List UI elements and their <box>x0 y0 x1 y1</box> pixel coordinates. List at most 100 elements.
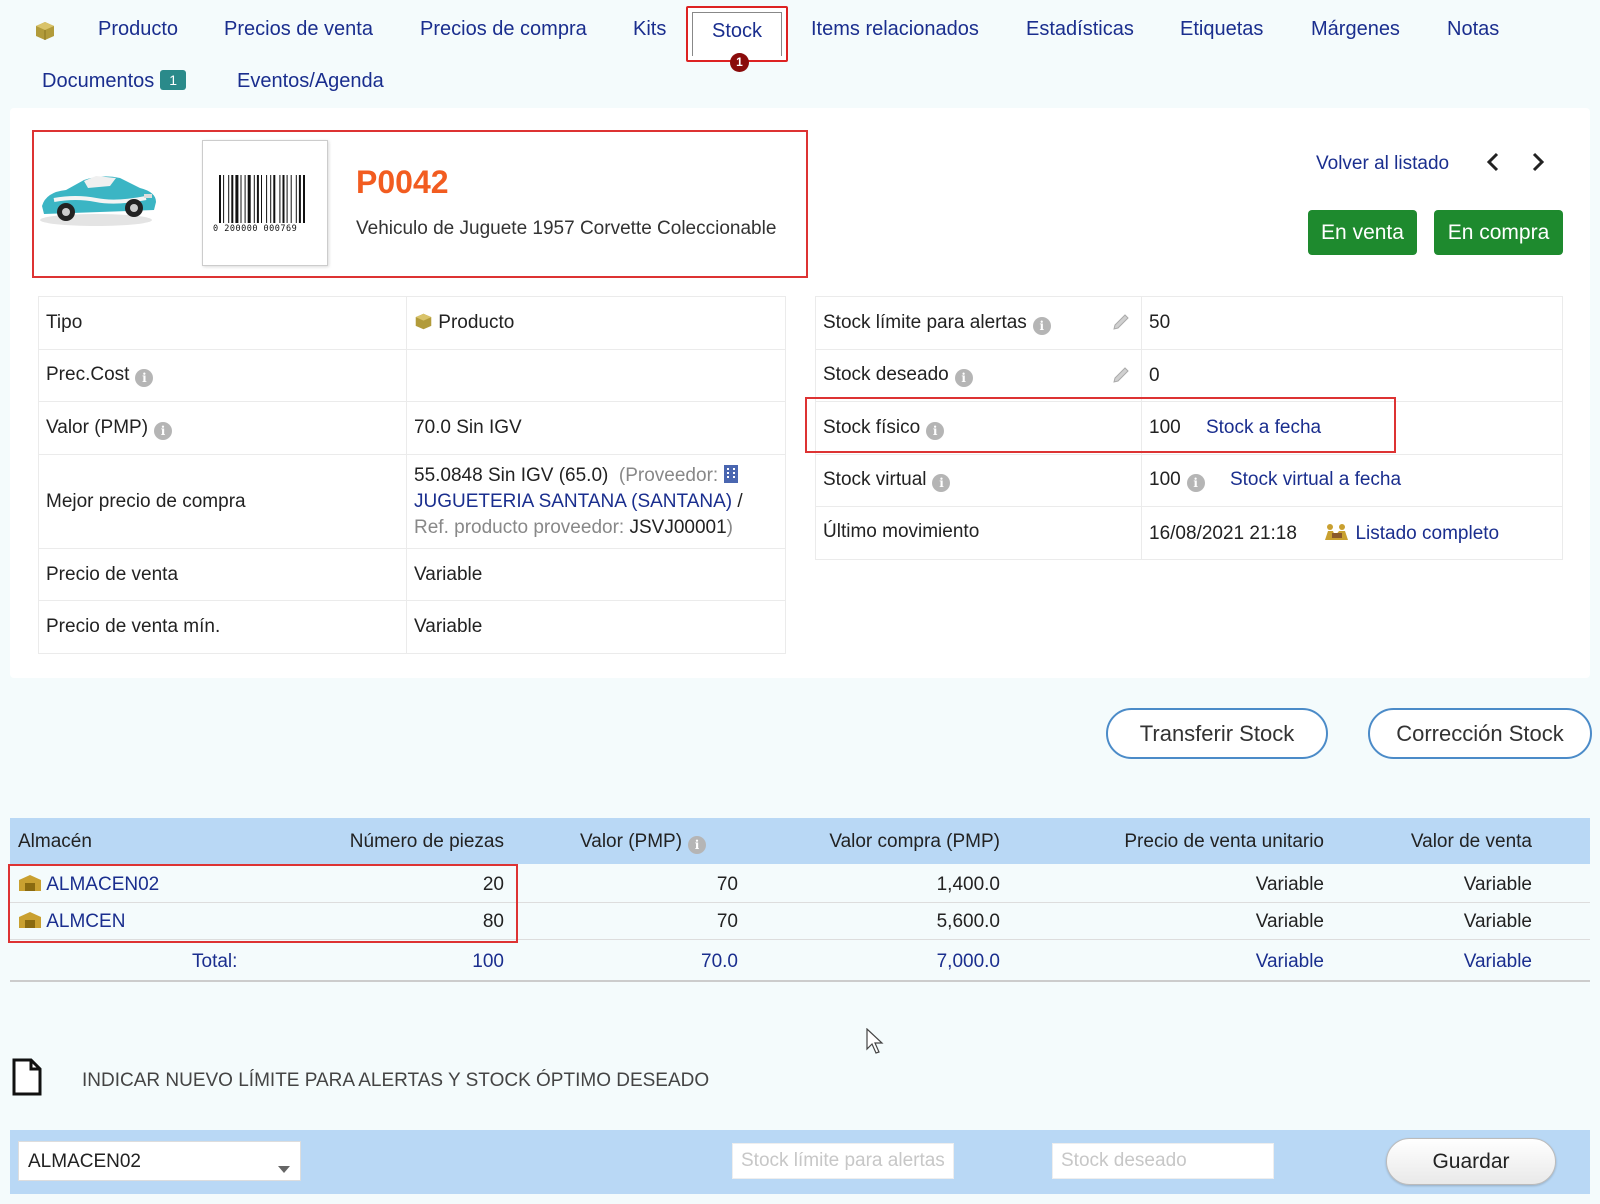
tab-documentos[interactable]: Documentos 1 <box>42 70 187 93</box>
total-unit-price: Variable <box>1255 951 1324 972</box>
tab-producto[interactable]: Producto <box>98 18 178 41</box>
total-qty: 100 <box>472 951 504 972</box>
on-sale-status-button[interactable]: En venta <box>1308 210 1417 255</box>
total-sell-value: Variable <box>1463 951 1532 972</box>
pmp-label: Valor (PMP) <box>46 416 149 438</box>
total-row: Total: 100 70.0 7,000.0 Variable Variabl… <box>10 940 1590 982</box>
tab-documentos-label: Documentos <box>42 70 155 92</box>
warehouse-select[interactable]: ALMACEN02 <box>18 1141 301 1181</box>
supplier-ref-value: JSVJ00001 <box>629 516 727 538</box>
info-icon[interactable]: i <box>932 474 951 492</box>
save-button[interactable]: Guardar <box>1386 1138 1556 1185</box>
col-valor-compra: Valor compra (PMP) <box>829 831 1000 852</box>
tab-precios-compra[interactable]: Precios de compra <box>420 18 587 41</box>
barcode-image[interactable]: 0 200000 000769 <box>202 140 328 266</box>
alert-label-cell: Stock límite para alertas i <box>815 296 1142 350</box>
product-info-table: Tipo Producto Prec.Cost i Valor (PMP) i 70… <box>38 296 786 654</box>
virtual-label-cell: Stock virtual i <box>815 454 1142 507</box>
movements-icon <box>1324 523 1350 544</box>
next-icon[interactable] <box>1529 151 1547 179</box>
desired-label: Stock deseado <box>823 364 949 385</box>
total-buy-value: 7,000.0 <box>936 951 1000 972</box>
best-price-label: Mejor precio de compra <box>38 454 407 549</box>
info-icon[interactable]: i <box>154 421 173 440</box>
building-icon <box>723 464 739 486</box>
total-pmp: 70.0 <box>701 951 738 972</box>
last-move-value: 16/08/2021 21:18 <box>1149 522 1297 544</box>
alert-limit-input[interactable] <box>732 1143 954 1179</box>
last-move-cell: 16/08/2021 21:18 Listado completo <box>1141 506 1563 560</box>
product-type-icon[interactable] <box>34 20 56 48</box>
product-ref: P0042 <box>356 164 449 200</box>
desired-value: 0 <box>1141 349 1563 402</box>
tab-kits[interactable]: Kits <box>633 18 666 41</box>
stock-virtual-a-fecha-link[interactable]: Stock virtual a fecha <box>1230 469 1401 490</box>
tab-stock-label: Stock <box>711 20 763 42</box>
alert-value: 50 <box>1141 296 1563 350</box>
back-to-list-link[interactable]: Volver al listado <box>1316 153 1449 175</box>
table-row: Valor (PMP) i 70.0 Sin IGV <box>38 401 786 455</box>
on-purchase-status-button[interactable]: En compra <box>1434 210 1563 255</box>
tipo-label: Tipo <box>38 296 407 350</box>
col-valor-pmp-label: Valor (PMP) <box>580 831 683 852</box>
tab-step-marker: 1 <box>730 53 749 72</box>
last-move-label: Último movimiento <box>815 506 1142 560</box>
tab-etiquetas[interactable]: Etiquetas <box>1180 18 1263 41</box>
table-row: Stock límite para alertas i 50 <box>815 296 1563 350</box>
best-price-value: 55.0848 Sin IGV (65.0) <box>414 464 609 486</box>
info-icon[interactable]: i <box>954 369 973 387</box>
barcode-number: 0 200000 000769 <box>213 224 298 234</box>
col-almacen: Almacén <box>18 831 92 852</box>
info-icon[interactable]: i <box>1032 316 1051 335</box>
table-row: Stock deseado i 0 <box>815 349 1563 402</box>
warehouse-rows-highlight <box>8 864 518 943</box>
col-numero-piezas: Número de piezas <box>349 831 504 852</box>
info-icon[interactable]: i <box>688 836 707 854</box>
supplier-close: ) <box>726 516 733 538</box>
tipo-value: Producto <box>438 312 515 333</box>
virtual-value: 100 <box>1149 469 1181 490</box>
sell-value: Variable <box>1463 911 1532 932</box>
tab-precios-venta[interactable]: Precios de venta <box>224 18 373 41</box>
buy-value: 5,600.0 <box>936 911 1000 932</box>
table-row: Precio de venta mín. Variable <box>38 600 786 654</box>
table-row: Precio de venta Variable <box>38 548 786 601</box>
prec-cost-value <box>406 349 786 402</box>
table-row: Último movimiento 16/08/2021 21:18 Lista… <box>815 506 1563 560</box>
edit-pencil-icon[interactable] <box>1111 312 1131 338</box>
previous-icon[interactable] <box>1484 151 1502 179</box>
pmp-label-cell: Valor (PMP) i <box>38 401 407 455</box>
edit-pencil-icon[interactable] <box>1111 365 1131 391</box>
tab-estadisticas[interactable]: Estadísticas <box>1026 18 1134 41</box>
buy-value: 1,400.0 <box>936 874 1000 895</box>
tab-items-relacionados[interactable]: Items relacionados <box>811 18 979 41</box>
warehouse-select-value: ALMACEN02 <box>28 1151 141 1172</box>
sell-value: Variable <box>1463 874 1532 895</box>
tab-notas[interactable]: Notas <box>1447 18 1499 41</box>
best-price-cell: 55.0848 Sin IGV (65.0) (Proveedor: JUGUE… <box>406 454 786 549</box>
desired-stock-input[interactable] <box>1052 1143 1274 1179</box>
col-precio-venta-unitario: Precio de venta unitario <box>1124 831 1324 852</box>
tab-margenes[interactable]: Márgenes <box>1311 18 1400 41</box>
supplier-prefix: (Proveedor: <box>618 464 719 486</box>
document-icon <box>12 1058 42 1102</box>
product-description: Vehiculo de Juguete 1957 Corvette Colecc… <box>356 218 777 239</box>
info-icon[interactable]: i <box>1186 474 1205 492</box>
virtual-label: Stock virtual <box>823 469 927 490</box>
col-valor-pmp: Valor (PMP) i <box>580 831 707 854</box>
info-icon[interactable]: i <box>135 369 154 387</box>
supplier-link[interactable]: JUGUETERIA SANTANA (SANTANA) <box>414 491 732 512</box>
tab-eventos-agenda[interactable]: Eventos/Agenda <box>237 70 384 93</box>
col-valor-venta: Valor de venta <box>1410 831 1532 852</box>
unit-price: Variable <box>1255 874 1324 895</box>
sell-price-min-label: Precio de venta mín. <box>38 600 407 654</box>
pmp: 70 <box>716 911 738 932</box>
full-movements-link[interactable]: Listado completo <box>1355 523 1499 544</box>
supplier-separator: / <box>737 490 743 512</box>
transfer-stock-button[interactable]: Transferir Stock <box>1106 708 1328 759</box>
chevron-down-icon <box>278 1158 290 1180</box>
stock-correction-button[interactable]: Corrección Stock <box>1368 708 1592 759</box>
product-photo[interactable] <box>36 148 160 242</box>
total-label: Total: <box>192 951 238 972</box>
mouse-cursor-icon <box>866 1027 886 1062</box>
